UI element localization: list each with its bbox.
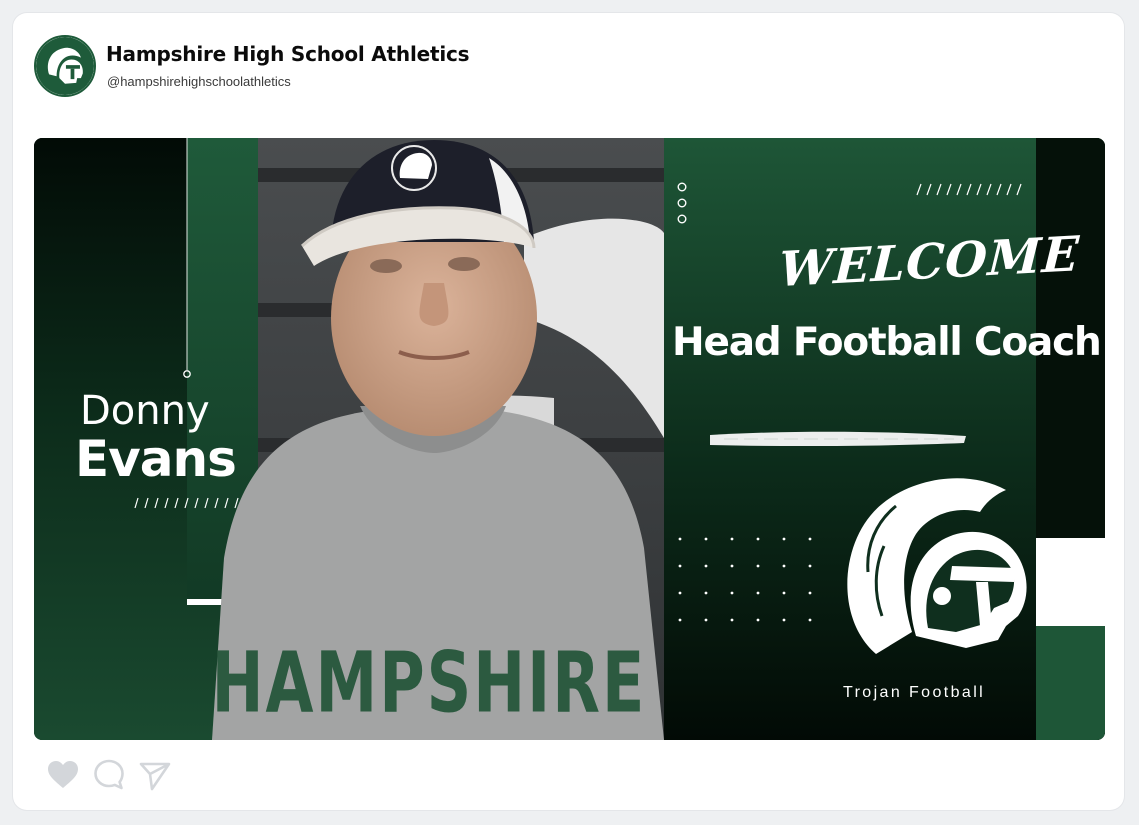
social-post-card: Hampshire High School Athletics @hampshi… [13,13,1124,810]
send-icon[interactable] [138,758,172,792]
trojan-logo-icon [36,37,94,95]
team-label: Trojan Football [843,684,986,701]
coach-last-name: Evans [75,430,237,488]
post-image[interactable]: HAMPSHIRE Donny Evans WELCOME Head Footb… [34,138,1105,740]
account-avatar[interactable] [34,35,96,97]
heart-icon[interactable] [46,758,80,792]
coach-title: Head Football Coach [672,320,1102,365]
comment-icon[interactable] [92,758,126,792]
post-actions [46,758,172,792]
account-handle[interactable]: @hampshirehighschoolathletics [107,74,291,89]
account-name[interactable]: Hampshire High School Athletics [106,42,470,66]
coach-first-name: Donny [80,388,210,434]
shirt-text: HAMPSHIRE [212,636,647,733]
